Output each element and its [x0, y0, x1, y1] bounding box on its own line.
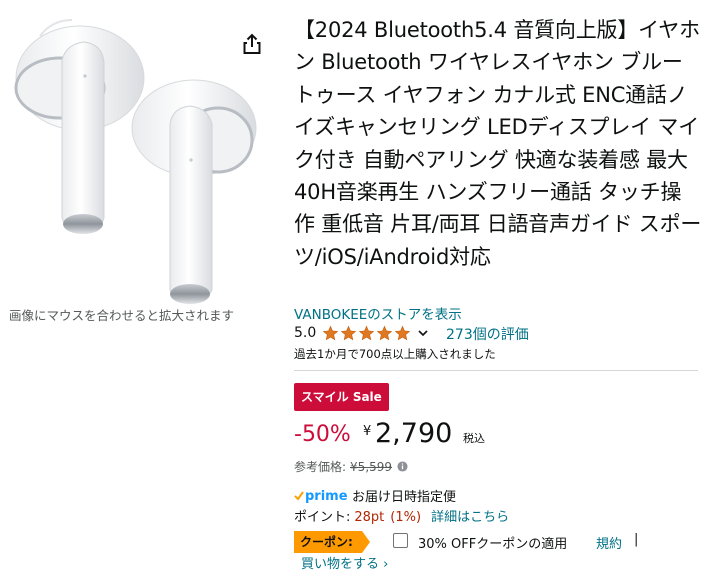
product-title: 【2024 Bluetooth5.4 音質向上版】イヤホン Bluetooth … — [294, 18, 702, 269]
ref-price-value: ¥5,599 — [350, 459, 393, 474]
points-details-link[interactable]: 詳細はこちら — [431, 510, 509, 525]
points-row: ポイント: 28pt (1%) 詳細はこちら — [294, 506, 509, 525]
bought-count: 過去1か月で700点以上購入されました — [294, 347, 496, 361]
ref-label: 参考価格: — [294, 460, 347, 474]
coupon-checkbox[interactable] — [393, 533, 408, 548]
price: 2,790 — [375, 418, 453, 449]
star-icon — [359, 325, 375, 341]
star-icon — [341, 325, 357, 341]
separator: | — [634, 532, 639, 547]
star-icon — [395, 325, 411, 341]
reviews-link[interactable]: 273個の評価 — [446, 324, 529, 344]
coupon-text: 30% OFFクーポンの適用 — [418, 537, 568, 552]
star-rating[interactable] — [322, 325, 411, 341]
tax-label: 税込 — [463, 432, 485, 445]
discount-percent: -50% — [294, 422, 351, 447]
coupon-terms-link[interactable]: 規約 — [596, 533, 622, 552]
delivery-row: prime お届け日時指定便 — [294, 486, 456, 505]
star-icon — [323, 325, 339, 341]
share-button[interactable] — [241, 32, 263, 56]
rating-value: 5.0 — [294, 325, 317, 341]
points-label: ポイント: — [294, 510, 351, 525]
points-percent: (1%) — [390, 510, 422, 525]
chevron-down-icon[interactable] — [417, 327, 429, 339]
share-icon — [243, 33, 261, 54]
delivery-date: お届け日時指定便 — [352, 490, 457, 505]
rating-row: 5.0 273個の評価 — [294, 324, 529, 343]
shop-link[interactable]: 買い物をする › — [301, 553, 388, 572]
divider — [294, 370, 698, 371]
store-link[interactable]: VANBOKEEのストアを表示 — [294, 303, 462, 323]
star-icon — [377, 325, 393, 341]
reference-price: 参考価格: ¥5,599 — [294, 458, 408, 475]
coupon-label: クーポン: — [300, 535, 353, 549]
prime-label: prime — [305, 489, 348, 504]
info-icon[interactable] — [397, 461, 408, 472]
sale-badge: スマイル Sale — [294, 383, 389, 411]
prime-logo-icon: prime — [294, 489, 348, 504]
zoom-hint: 画像にマウスを合わせると拡大されます — [9, 308, 235, 323]
currency-symbol: ¥ — [363, 424, 372, 439]
points-value: 28pt — [354, 510, 385, 525]
